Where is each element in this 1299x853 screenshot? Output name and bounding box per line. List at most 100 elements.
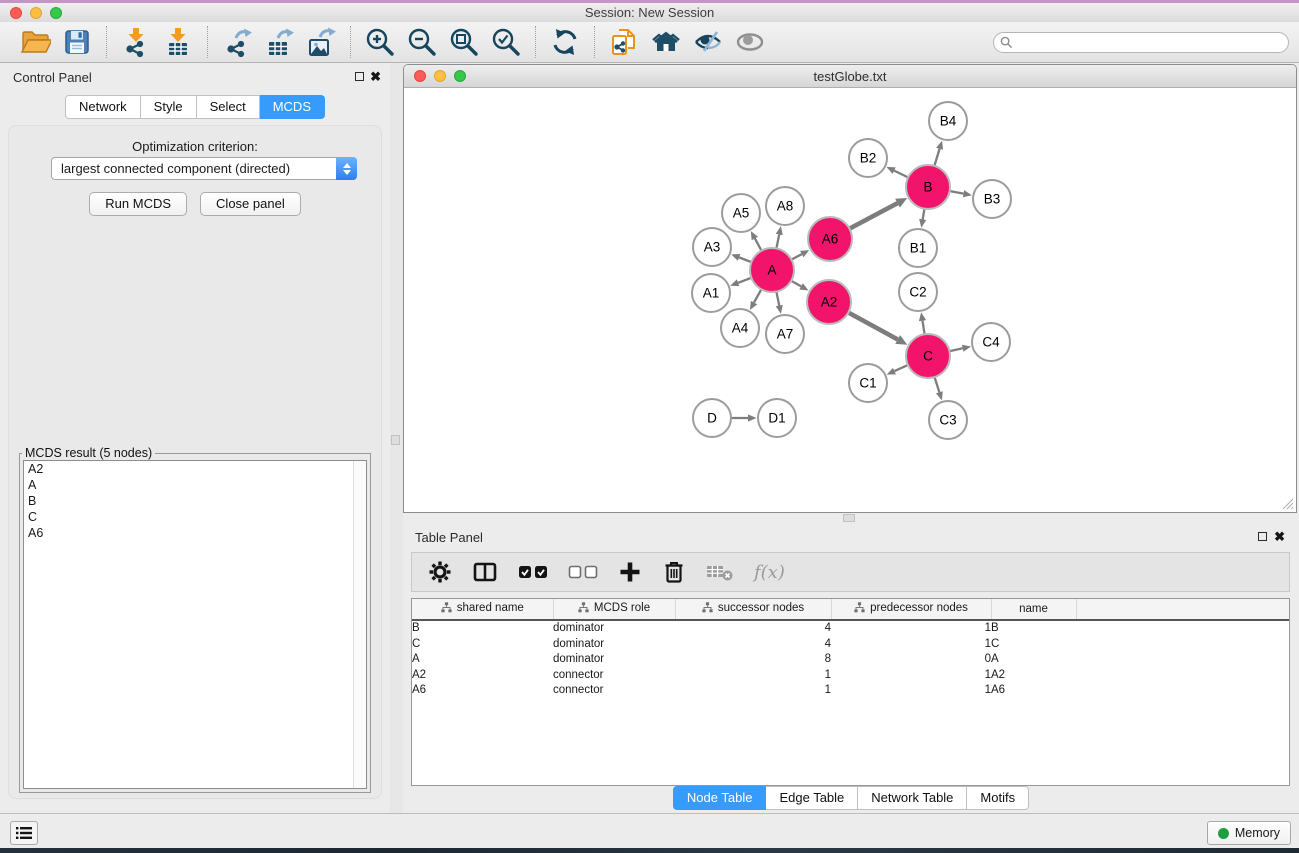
export-network-icon[interactable]	[221, 26, 253, 58]
optimization-criterion-select[interactable]: largest connected component (directed)	[51, 157, 357, 180]
import-table-icon[interactable]	[162, 26, 194, 58]
apply-preferred-layout-icon[interactable]	[549, 26, 581, 58]
network-node-A8[interactable]: A8	[766, 187, 804, 225]
cell[interactable]: 1	[675, 683, 831, 699]
horizontal-splitter[interactable]	[403, 513, 1299, 524]
search-box[interactable]	[993, 32, 1289, 53]
cell[interactable]: 4	[675, 620, 831, 637]
tab-style[interactable]: Style	[141, 95, 197, 119]
show-hide-columns-icon[interactable]	[472, 560, 498, 584]
tab-edge-table[interactable]: Edge Table	[766, 786, 858, 810]
network-node-D[interactable]: D	[693, 399, 731, 437]
cell[interactable]: 4	[675, 637, 831, 653]
cell[interactable]: 8	[675, 652, 831, 668]
delete-columns-icon[interactable]	[662, 560, 686, 584]
add-column-icon[interactable]	[618, 560, 642, 584]
float-panel-icon[interactable]	[355, 72, 364, 81]
resize-grip-icon[interactable]	[1281, 497, 1294, 510]
zoom-selected-icon[interactable]	[490, 26, 522, 58]
network-node-A3[interactable]: A3	[693, 228, 731, 266]
cell[interactable]: C	[991, 637, 1076, 653]
tab-node-table[interactable]: Node Table	[673, 786, 767, 810]
cell[interactable]: A6	[412, 683, 553, 699]
cell[interactable]: A6	[991, 683, 1076, 699]
network-node-A1[interactable]: A1	[692, 274, 730, 312]
cell[interactable]: 1	[675, 668, 831, 684]
hide-selected-icon[interactable]	[692, 26, 724, 58]
column-header-name[interactable]: name	[991, 599, 1076, 620]
table-row-a[interactable]: Adominator80A	[412, 652, 1289, 668]
cell[interactable]: A2	[991, 668, 1076, 684]
column-header-successor-nodes[interactable]: successor nodes	[675, 599, 831, 620]
cell[interactable]: 1	[831, 620, 991, 637]
table-row-c[interactable]: Cdominator41C	[412, 637, 1289, 653]
open-file-icon[interactable]	[19, 26, 51, 58]
network-node-A2[interactable]: A2	[807, 280, 851, 324]
result-item-a[interactable]: A	[24, 477, 366, 493]
network-node-C3[interactable]: C3	[929, 401, 967, 439]
cell[interactable]: connector	[553, 668, 675, 684]
import-network-icon[interactable]	[120, 26, 152, 58]
cell[interactable]: A	[991, 652, 1076, 668]
cell[interactable]: 1	[831, 668, 991, 684]
cell[interactable]: B	[412, 620, 553, 637]
show-all-networks-icon[interactable]	[650, 26, 682, 58]
deselect-all-icon[interactable]	[568, 560, 598, 584]
function-builder-icon[interactable]: f(x)	[754, 562, 785, 583]
node-table[interactable]: shared nameMCDS rolesuccessor nodesprede…	[411, 598, 1290, 786]
network-node-C1[interactable]: C1	[849, 364, 887, 402]
export-image-icon[interactable]	[305, 26, 337, 58]
window-titlebar[interactable]: Session: New Session	[0, 3, 1299, 22]
result-item-c[interactable]: C	[24, 509, 366, 525]
delete-table-icon[interactable]	[706, 560, 734, 584]
network-node-A4[interactable]: A4	[721, 309, 759, 347]
settings-gear-icon[interactable]	[428, 560, 452, 584]
splitter-grip[interactable]	[391, 435, 400, 445]
close-panel-icon[interactable]: ✖	[370, 72, 381, 81]
cell[interactable]: connector	[553, 683, 675, 699]
network-node-B2[interactable]: B2	[849, 139, 887, 177]
tab-select[interactable]: Select	[197, 95, 260, 119]
close-panel-icon[interactable]: ✖	[1274, 532, 1285, 541]
tab-motifs[interactable]: Motifs	[967, 786, 1029, 810]
new-network-from-selection-icon[interactable]	[608, 26, 640, 58]
task-history-button[interactable]	[10, 821, 38, 845]
cell[interactable]: dominator	[553, 637, 675, 653]
close-panel-button[interactable]: Close panel	[200, 192, 301, 216]
cell[interactable]: B	[991, 620, 1076, 637]
column-header-mcds-role[interactable]: MCDS role	[553, 599, 675, 620]
column-header-predecessor-nodes[interactable]: predecessor nodes	[831, 599, 991, 620]
result-scrollbar[interactable]	[353, 461, 366, 788]
network-window-titlebar[interactable]: testGlobe.txt	[404, 65, 1296, 88]
network-node-A5[interactable]: A5	[722, 194, 760, 232]
cell[interactable]: A	[412, 652, 553, 668]
network-node-A[interactable]: A	[750, 248, 794, 292]
network-node-B3[interactable]: B3	[973, 180, 1011, 218]
zoom-in-icon[interactable]	[364, 26, 396, 58]
vertical-splitter[interactable]	[390, 63, 403, 813]
network-canvas[interactable]: AA1A2A3A4A5A6A7A8BB1B2B3B4CC1C2C3C4DD1	[404, 88, 1296, 512]
column-header-shared-name[interactable]: shared name	[412, 599, 553, 620]
table-row-b[interactable]: Bdominator41B	[412, 620, 1289, 637]
network-node-A7[interactable]: A7	[766, 315, 804, 353]
cell[interactable]: A2	[412, 668, 553, 684]
network-node-B1[interactable]: B1	[899, 229, 937, 267]
network-node-D1[interactable]: D1	[758, 399, 796, 437]
show-hidden-icon[interactable]	[734, 26, 766, 58]
network-node-C2[interactable]: C2	[899, 273, 937, 311]
result-item-b[interactable]: B	[24, 493, 366, 509]
search-input[interactable]	[1013, 34, 1288, 51]
float-panel-icon[interactable]	[1258, 532, 1267, 541]
network-view-window[interactable]: testGlobe.txt A A1 A2 A3 A4 A5 A6 A7 A8 B B1 B2 B3 B4…	[403, 64, 1297, 513]
network-node-B4[interactable]: B4	[929, 102, 967, 140]
export-table-icon[interactable]	[263, 26, 295, 58]
tab-network-table[interactable]: Network Table	[858, 786, 967, 810]
network-node-A6[interactable]: A6	[808, 217, 852, 261]
tab-mcds[interactable]: MCDS	[260, 95, 325, 119]
splitter-grip[interactable]	[843, 514, 855, 522]
network-node-B[interactable]: B	[906, 165, 950, 209]
zoom-out-icon[interactable]	[406, 26, 438, 58]
save-session-icon[interactable]	[61, 26, 93, 58]
run-mcds-button[interactable]: Run MCDS	[89, 192, 187, 216]
result-item-a6[interactable]: A6	[24, 525, 366, 541]
